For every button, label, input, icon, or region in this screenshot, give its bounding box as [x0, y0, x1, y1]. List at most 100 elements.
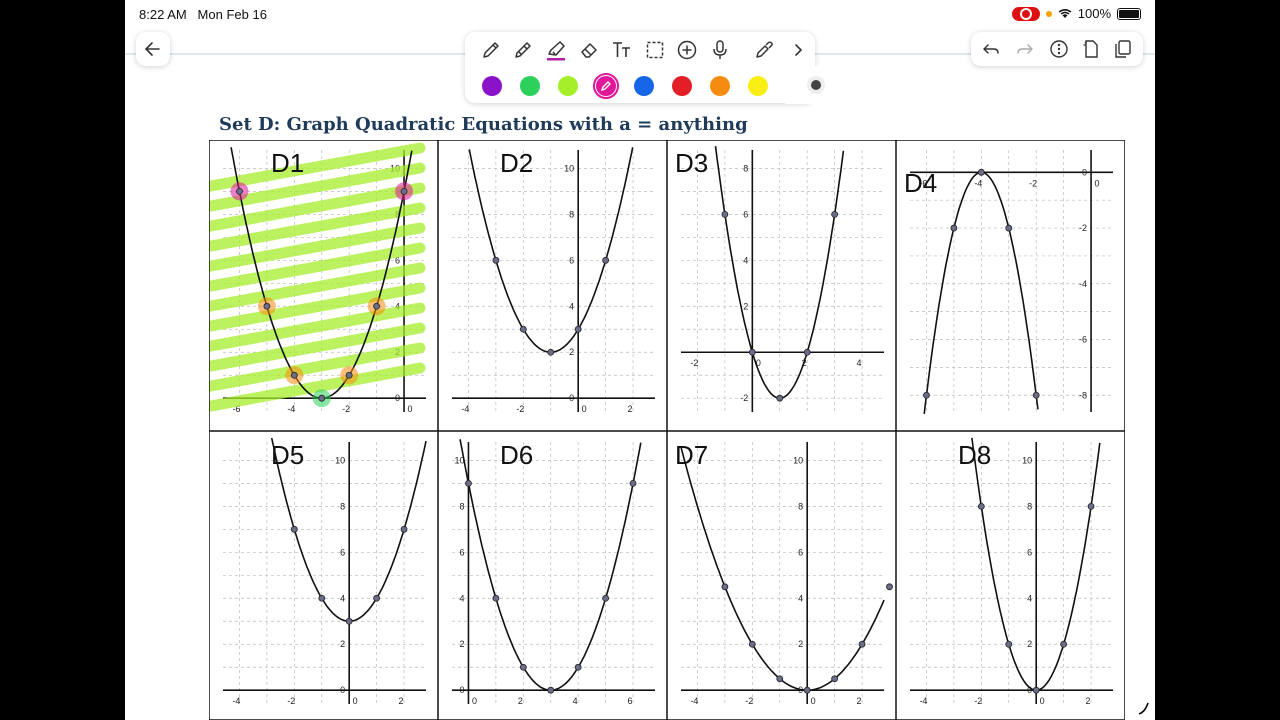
x-tick-label: -4 — [690, 696, 698, 706]
highlighter-stroke — [209, 342, 426, 392]
pencil-icon[interactable] — [511, 38, 535, 62]
x-tick-label: -4 — [232, 696, 240, 706]
microphone-icon[interactable] — [708, 38, 732, 62]
graph-point — [574, 663, 582, 671]
graph-point — [547, 686, 555, 694]
pages-icon[interactable] — [1111, 37, 1135, 61]
mic-indicator-icon — [1045, 10, 1052, 17]
y-tick-label: 8 — [1027, 501, 1032, 511]
y-tick-label: 8 — [569, 209, 574, 219]
x-tick-label: -2 — [516, 404, 524, 414]
x-tick-label: -2 — [287, 696, 295, 706]
y-tick-label: 6 — [1027, 547, 1032, 557]
graph-point — [831, 210, 839, 218]
graph-point — [721, 583, 729, 591]
more-icon[interactable] — [1047, 37, 1071, 61]
tool-size-button[interactable] — [807, 76, 825, 94]
add-page-icon[interactable] — [1079, 37, 1103, 61]
graph-d7: -4 -2 0 20246810D7 — [675, 440, 893, 706]
x-tick-label: -4 — [974, 178, 982, 188]
graph-point — [492, 594, 500, 602]
graph-point — [1087, 502, 1095, 510]
undo-icon[interactable] — [979, 37, 1003, 61]
graph-point — [547, 348, 555, 356]
color-swatch[interactable] — [634, 76, 654, 96]
color-swatch[interactable] — [748, 76, 768, 96]
text-tool-icon[interactable] — [609, 38, 635, 62]
y-tick-label: 2 — [459, 639, 464, 649]
y-tick-label: 2 — [798, 639, 803, 649]
graph-d5: -4 -2 0 2 0 2 4 6 8 10 D5 — [223, 437, 427, 706]
y-tick-label: -8 — [1079, 390, 1087, 400]
y-tick-label: 0 — [1082, 167, 1087, 177]
x-tick-label: 0 — [1095, 178, 1100, 188]
graph-point — [602, 594, 610, 602]
color-swatch[interactable] — [710, 76, 730, 96]
x-tick-label: -4 — [919, 696, 927, 706]
graph-label: D5 — [271, 440, 304, 470]
graph-point — [1005, 640, 1013, 648]
graph-d4: -6 -4 -2 00-2-4-6-8D4 — [904, 150, 1113, 414]
x-tick-label: -2 — [974, 696, 982, 706]
graph-point — [803, 686, 811, 694]
graph-point — [721, 210, 729, 218]
graph-label: D2 — [500, 148, 533, 178]
graph-point — [373, 302, 381, 310]
status-time-date: 8:22 AM Mon Feb 16 — [139, 7, 267, 22]
chevron-right-icon[interactable] — [787, 38, 809, 62]
x-tick-label: 4 — [573, 696, 578, 706]
y-tick-label: 6 — [798, 547, 803, 557]
x-tick-label: 2 — [1086, 696, 1091, 706]
lasso-select-icon[interactable] — [643, 38, 667, 62]
y-tick-label: 6 — [743, 209, 748, 219]
highlighter-stroke — [209, 302, 426, 352]
x-tick-label: 0 — [811, 696, 816, 706]
graph-label: D8 — [958, 440, 991, 470]
y-tick-label: 2 — [340, 639, 345, 649]
graph-point — [373, 594, 381, 602]
graph-label: D6 — [500, 440, 533, 470]
graph-point — [1060, 640, 1068, 648]
y-tick-label: 8 — [798, 501, 803, 511]
color-swatch[interactable] — [482, 76, 502, 96]
graph-point — [886, 583, 893, 591]
back-button[interactable] — [136, 32, 170, 66]
graph-point — [776, 675, 784, 683]
graph-point — [1032, 391, 1040, 399]
highlighter-stroke — [209, 142, 426, 192]
eraser-icon[interactable] — [577, 38, 601, 62]
highlighter-stroke — [209, 322, 426, 372]
y-tick-label: 4 — [743, 255, 748, 265]
pen-icon[interactable] — [479, 38, 503, 62]
graph-d1: -6-4-200246810D1 — [209, 142, 426, 414]
highlighter-icon[interactable] — [544, 38, 568, 62]
x-tick-label: 0 — [582, 404, 587, 414]
y-tick-label: 10 — [1022, 455, 1032, 465]
graph-label: D3 — [675, 148, 708, 178]
x-tick-label: 0 — [408, 404, 413, 414]
right-toolbar — [971, 32, 1143, 66]
y-tick-label: 0 — [340, 685, 345, 695]
x-tick-label: 6 — [628, 696, 633, 706]
y-tick-label: 6 — [569, 255, 574, 265]
add-icon[interactable] — [675, 38, 699, 62]
highlighter-stroke — [209, 282, 426, 332]
y-tick-label: 8 — [340, 501, 345, 511]
color-swatch[interactable] — [672, 76, 692, 96]
color-swatch[interactable] — [558, 76, 578, 96]
tool-size-area — [785, 66, 837, 104]
graph-label: D7 — [675, 440, 708, 470]
graph-point — [803, 348, 811, 356]
redo-icon[interactable] — [1013, 37, 1037, 61]
y-tick-label: 0 — [395, 393, 400, 403]
color-swatch[interactable] — [596, 76, 616, 96]
y-tick-label: 8 — [743, 163, 748, 173]
y-tick-label: 0 — [459, 685, 464, 695]
x-tick-label: 0 — [1040, 696, 1045, 706]
status-right: 100% — [1011, 6, 1141, 21]
graph-d3: -2 0 2 4-22468D3 — [675, 145, 884, 412]
graph-d2: -4 -2 0 2 0 2 4 6 8 10 D2 — [452, 147, 655, 414]
color-swatch[interactable] — [520, 76, 540, 96]
x-tick-label: -2 — [690, 358, 698, 368]
eyedropper-icon[interactable] — [752, 38, 776, 62]
